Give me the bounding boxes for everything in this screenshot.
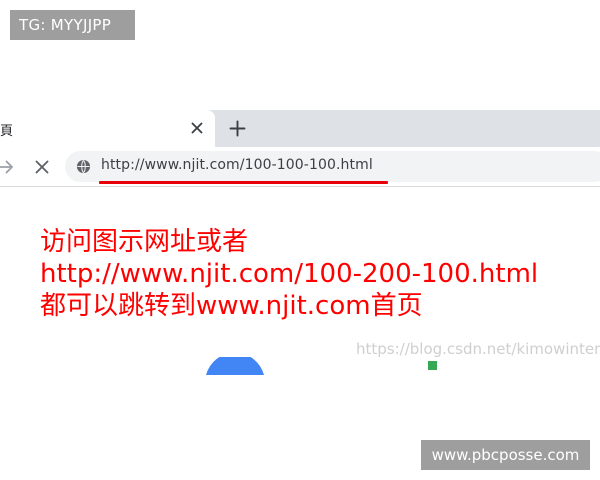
stop-icon[interactable] xyxy=(32,157,52,177)
site-watermark: www.pbcposse.com xyxy=(421,440,590,470)
globe-icon[interactable] xyxy=(76,159,91,174)
plus-icon[interactable] xyxy=(228,119,247,138)
annotation-line-1: 访问图示网址或者 xyxy=(40,227,249,257)
screenshot-page: TG: MYYJJPP 頁 http://www.njit.com/100-10… xyxy=(0,0,600,480)
tg-watermark: TG: MYYJJPP xyxy=(10,10,135,40)
csdn-watermark: https://blog.csdn.net/kimowinter xyxy=(356,340,600,358)
annotation-line-3: 都可以跳转到www.njit.com首页 xyxy=(40,291,423,321)
close-icon[interactable] xyxy=(189,120,205,136)
google-logo-partial xyxy=(206,357,264,375)
annotation-line-2: http://www.njit.com/100-200-100.html xyxy=(40,259,539,289)
active-tab[interactable]: 頁 xyxy=(0,110,215,147)
google-logo-green-fragment xyxy=(428,361,437,370)
red-annotation: 访问图示网址或者 http://www.njit.com/100-200-100… xyxy=(40,226,538,322)
tab-strip: 頁 xyxy=(0,110,600,147)
forward-arrow-icon[interactable] xyxy=(0,157,16,177)
red-underline xyxy=(99,181,388,184)
tab-title: 頁 xyxy=(0,124,14,139)
address-bar[interactable]: http://www.njit.com/100-100-100.html xyxy=(65,151,600,182)
url-text[interactable]: http://www.njit.com/100-100-100.html xyxy=(101,157,373,173)
